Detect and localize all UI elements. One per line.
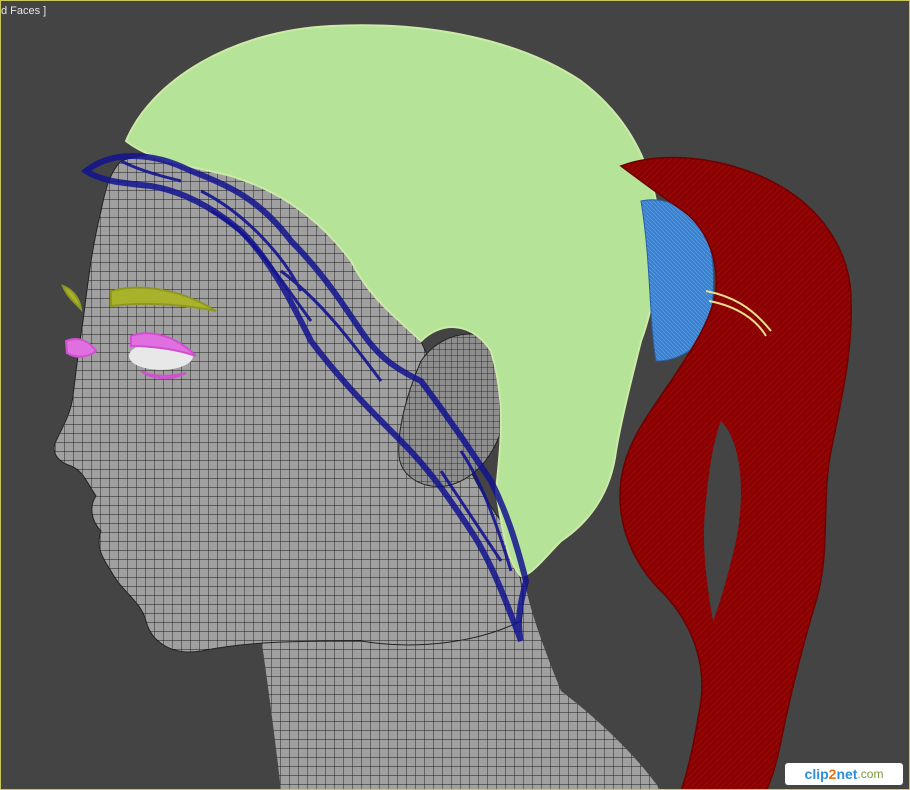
viewport-shading-label[interactable]: d Faces ] [1, 5, 46, 17]
watermark-logo: clip 2 net .com [785, 763, 903, 785]
watermark-part1: clip [804, 766, 829, 782]
watermark-part3: net [836, 766, 858, 782]
watermark-part4: .com [857, 767, 884, 781]
eyebrow-tip [61, 284, 83, 312]
watermark-part2: 2 [828, 766, 837, 782]
scene-render[interactable] [1, 1, 910, 790]
3d-viewport[interactable]: d Faces ] clip 2 net .com [0, 0, 910, 790]
